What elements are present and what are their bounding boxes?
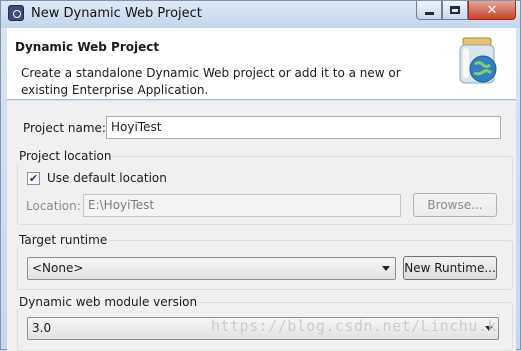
location-label: Location:: [26, 199, 81, 213]
banner-description: Create a standalone Dynamic Web project …: [21, 66, 401, 97]
target-runtime-select[interactable]: <None>: [27, 257, 396, 280]
use-default-location-label[interactable]: Use default location: [47, 171, 167, 185]
project-name-label: Project name:: [23, 121, 106, 135]
close-icon: ✕: [486, 2, 498, 18]
banner-title: Dynamic Web Project: [15, 40, 160, 54]
wizard-content: Project name: HoyiTest Project location …: [7, 101, 516, 351]
location-input[interactable]: E:\HoyiTest: [83, 194, 401, 217]
project-location-title: Project location: [17, 149, 114, 163]
module-version-title: Dynamic web module version: [17, 295, 200, 309]
maximize-button[interactable]: [442, 1, 468, 20]
web-project-jar-icon: [459, 37, 497, 84]
window-title: New Dynamic Web Project: [31, 6, 202, 21]
chevron-down-icon: [382, 266, 390, 271]
module-version-value: 3.0: [32, 321, 52, 335]
minimize-icon: [424, 11, 434, 15]
wizard-banner: Dynamic Web Project Create a standalone …: [7, 28, 516, 100]
maximize-icon: [450, 6, 460, 14]
browse-button[interactable]: Browse...: [413, 193, 497, 217]
watermark-text: https://blog.csdn.net/Linchu.k: [211, 317, 497, 335]
project-name-input[interactable]: HoyiTest: [106, 116, 501, 139]
eclipse-app-icon: [8, 5, 24, 21]
minimize-button[interactable]: [416, 1, 442, 20]
use-default-location-checkbox[interactable]: ✔: [27, 172, 40, 185]
target-runtime-title: Target runtime: [17, 233, 110, 247]
target-runtime-value: <None>: [32, 261, 84, 275]
dialog-window: New Dynamic Web Project ✕ Dynamic Web Pr…: [0, 0, 521, 351]
close-button[interactable]: ✕: [468, 1, 516, 20]
new-runtime-button[interactable]: New Runtime...: [403, 256, 497, 280]
title-bar[interactable]: New Dynamic Web Project ✕: [1, 1, 520, 28]
